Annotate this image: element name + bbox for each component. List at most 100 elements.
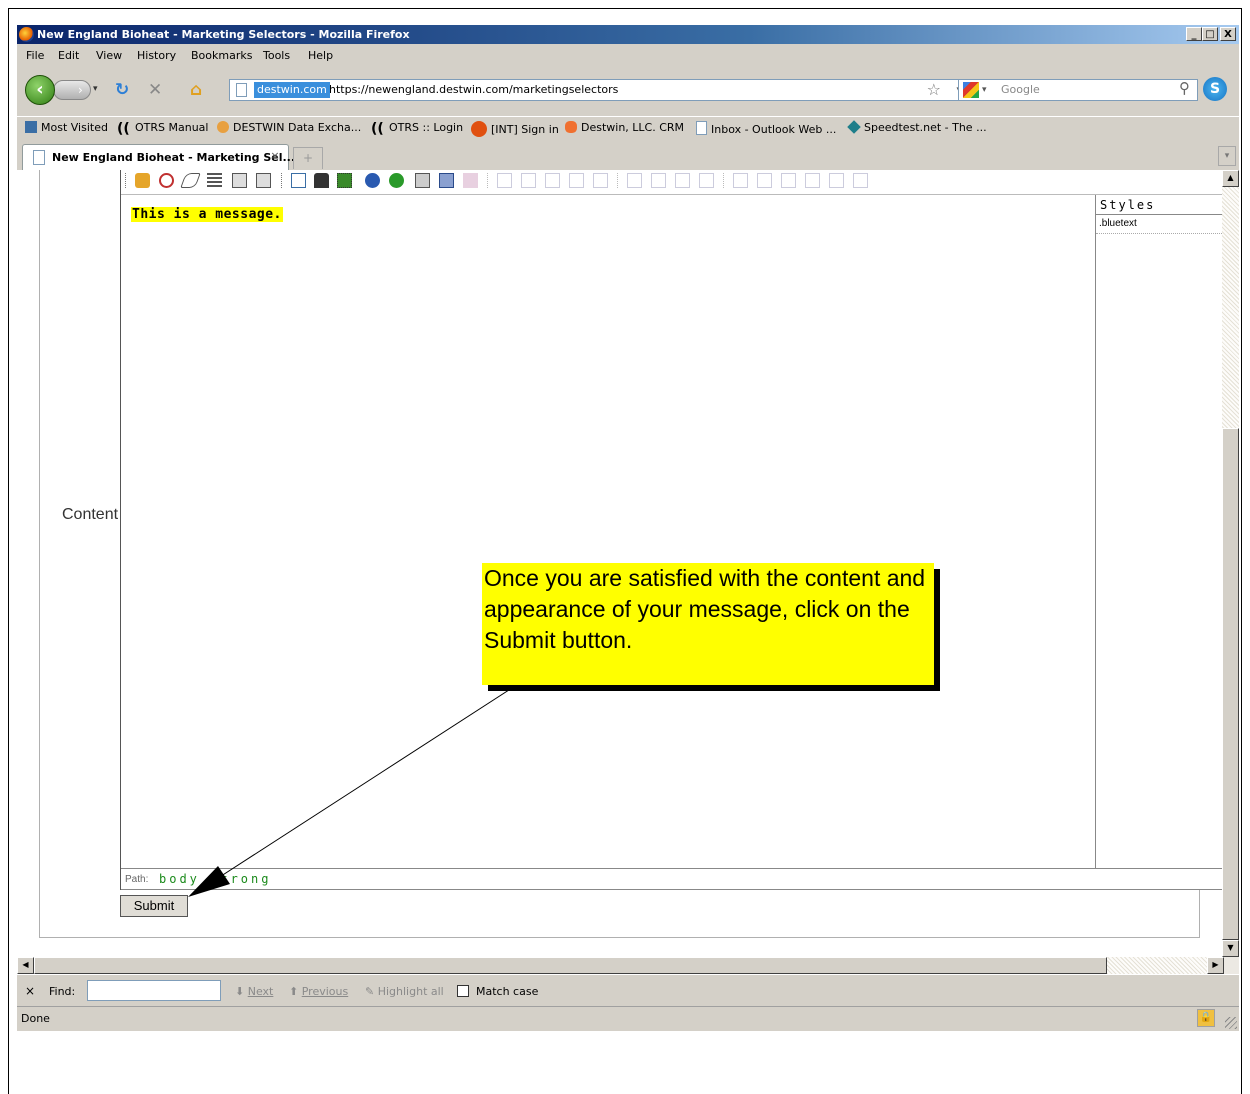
- page-icon: [696, 121, 707, 135]
- scroll-down-icon[interactable]: ▼: [1222, 940, 1239, 957]
- menu-file[interactable]: File: [26, 49, 44, 62]
- insert-image-icon[interactable]: [337, 173, 352, 188]
- tab-list-dropdown-icon[interactable]: ▾: [1218, 146, 1236, 166]
- find-previous-button[interactable]: ⬆ Previous: [289, 985, 348, 998]
- tab-marketing-selectors[interactable]: New England Bioheat - Marketing Sel... ×: [22, 144, 295, 170]
- search-bar[interactable]: ▾ Google ⚲: [958, 79, 1198, 101]
- new-tab-button[interactable]: +: [293, 147, 323, 169]
- menu-bar: File Edit View History Bookmarks Tools H…: [17, 44, 1239, 67]
- editor-message-text[interactable]: This is a message.: [131, 207, 283, 222]
- table-icon[interactable]: [415, 173, 430, 188]
- info-icon[interactable]: [389, 173, 404, 188]
- url-bar[interactable]: destwin.com https://newengland.destwin.c…: [229, 79, 970, 101]
- cleanup-icon[interactable]: [135, 173, 150, 188]
- close-window-button[interactable]: X: [1220, 27, 1236, 41]
- page-icon: [236, 83, 247, 97]
- otrs-icon: ((: [371, 121, 384, 137]
- reload-icon[interactable]: ↻: [115, 80, 129, 100]
- status-text: Done: [21, 1012, 50, 1025]
- find-input[interactable]: [87, 980, 221, 1001]
- lock-icon[interactable]: 🔒: [1197, 1009, 1215, 1027]
- scroll-thumb[interactable]: [1222, 428, 1239, 940]
- outdent-icon[interactable]: [256, 173, 271, 188]
- menu-tools[interactable]: Tools: [263, 49, 290, 62]
- editor-content-area[interactable]: This is a message.: [121, 195, 1096, 868]
- minimize-button[interactable]: _: [1186, 27, 1202, 41]
- bookmark-item[interactable]: Destwin, LLC. CRM: [565, 121, 684, 134]
- source-code-icon[interactable]: [291, 173, 306, 188]
- firefox-icon: [19, 27, 34, 42]
- table-disabled-icon: [463, 173, 478, 188]
- menu-history[interactable]: History: [137, 49, 176, 62]
- menu-bookmarks[interactable]: Bookmarks: [191, 49, 252, 62]
- url-text[interactable]: https://newengland.destwin.com/marketing…: [329, 82, 618, 98]
- crm-icon: [565, 121, 577, 133]
- vertical-scrollbar[interactable]: ▲ ▼: [1222, 170, 1239, 957]
- highlight-all-button[interactable]: ✎ Highlight all: [365, 985, 444, 998]
- search-icon[interactable]: ⚲: [1179, 79, 1199, 99]
- arrow-down-icon: ⬇: [235, 985, 245, 998]
- arrow-up-icon: ⬆: [289, 985, 299, 998]
- search-engine-dropdown-icon[interactable]: ▾: [982, 82, 987, 98]
- highlighter-icon: ✎: [365, 985, 375, 998]
- match-case-label[interactable]: Match case: [476, 985, 538, 998]
- google-icon[interactable]: [963, 82, 979, 98]
- scroll-right-icon[interactable]: ▶: [1207, 957, 1224, 974]
- site-identity-badge[interactable]: destwin.com: [254, 82, 330, 98]
- status-bar: Done 🔒: [17, 1006, 1239, 1031]
- submit-button[interactable]: Submit: [120, 895, 188, 917]
- bookmark-item[interactable]: Most Visited: [25, 121, 108, 134]
- cell-disabled-icon: [757, 173, 772, 188]
- history-dropdown-icon[interactable]: ▾: [93, 84, 98, 94]
- row-disabled-icon: [593, 173, 608, 188]
- horizontal-rule-icon[interactable]: [207, 173, 222, 188]
- bookmark-star-icon[interactable]: ☆: [927, 80, 941, 100]
- find-next-button[interactable]: ⬇ Next: [235, 985, 273, 998]
- home-icon[interactable]: ⌂: [190, 80, 202, 100]
- style-item[interactable]: .bluetext: [1099, 218, 1137, 229]
- bookmark-item[interactable]: ((OTRS :: Login: [371, 121, 463, 136]
- resize-grip-icon[interactable]: [1225, 1017, 1237, 1029]
- table-properties-icon[interactable]: [439, 173, 454, 188]
- close-find-bar-icon[interactable]: ×: [25, 984, 35, 998]
- toolbar-separator: [125, 173, 127, 188]
- forward-button[interactable]: ›: [53, 80, 91, 100]
- bookmark-item[interactable]: Speedtest.net - The ...: [847, 120, 987, 134]
- back-button[interactable]: ‹: [25, 75, 55, 105]
- bookmark-item[interactable]: DESTWIN Data Excha...: [217, 121, 361, 134]
- navigation-toolbar: › ‹ ▾ ↻ ✕ ⌂ destwin.com https://newengla…: [17, 66, 1239, 116]
- search-placeholder[interactable]: Google: [1001, 82, 1040, 98]
- eraser-icon[interactable]: [180, 173, 201, 188]
- help-icon[interactable]: [365, 173, 380, 188]
- match-case-checkbox[interactable]: [457, 985, 469, 997]
- path-breadcrumb[interactable]: body strong: [159, 872, 271, 886]
- insert-tag-icon[interactable]: [314, 173, 329, 188]
- content-label: Content: [62, 506, 119, 523]
- scroll-thumb[interactable]: [34, 957, 1107, 974]
- menu-view[interactable]: View: [96, 49, 122, 62]
- indent-icon[interactable]: [232, 173, 247, 188]
- find-bar: × Find: ⬇ Next ⬆ Previous ✎ Highlight al…: [17, 974, 1239, 1007]
- bookmark-item[interactable]: ((OTRS Manual: [117, 121, 208, 136]
- find-label: Find:: [49, 985, 76, 998]
- remove-font-icon[interactable]: [159, 173, 174, 188]
- maximize-button[interactable]: □: [1202, 27, 1218, 41]
- row-disabled-icon: [497, 173, 512, 188]
- scroll-track[interactable]: [1222, 187, 1239, 440]
- scroll-up-icon[interactable]: ▲: [1222, 170, 1239, 187]
- styles-panel: Styles .bluetext: [1095, 195, 1222, 868]
- bookmarks-toolbar: Most Visited ((OTRS Manual DESTWIN Data …: [17, 116, 1239, 139]
- bookmark-item[interactable]: Inbox - Outlook Web ...: [696, 121, 836, 136]
- page-icon: [33, 150, 45, 165]
- menu-edit[interactable]: Edit: [58, 49, 79, 62]
- close-tab-icon[interactable]: ×: [268, 149, 282, 163]
- stop-icon[interactable]: ✕: [148, 80, 162, 100]
- horizontal-scrollbar[interactable]: ◀ ▶: [17, 957, 1239, 974]
- scroll-track[interactable]: [1107, 957, 1207, 974]
- scroll-left-icon[interactable]: ◀: [17, 957, 34, 974]
- bookmark-item[interactable]: [INT] Sign in: [471, 121, 559, 137]
- destwin-icon: [217, 121, 229, 133]
- menu-help[interactable]: Help: [308, 49, 333, 62]
- skype-icon[interactable]: S: [1203, 77, 1227, 101]
- column-disabled-icon: [627, 173, 642, 188]
